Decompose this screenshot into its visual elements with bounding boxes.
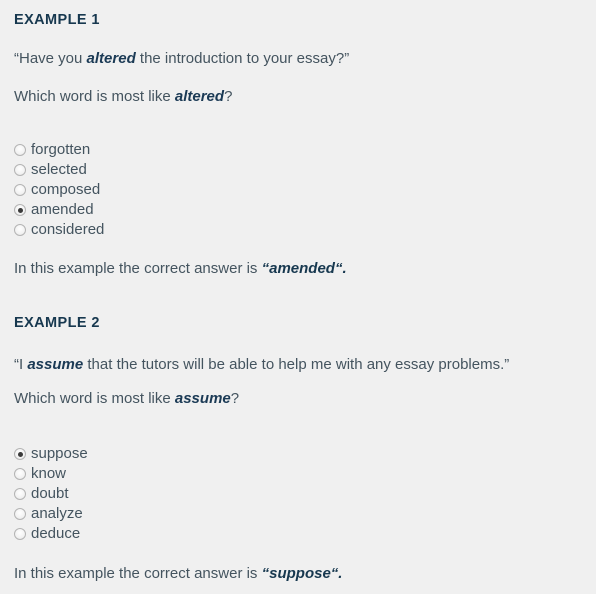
quote-close-mark: ” bbox=[344, 50, 350, 67]
example-2-quote-wrap: “I assume that the tutors will be able t… bbox=[14, 355, 509, 375]
prompt-lead-text: Which word is most like bbox=[14, 88, 175, 105]
list-item[interactable]: suppose bbox=[14, 444, 88, 464]
answer-value: “suppose“ bbox=[261, 565, 339, 582]
example-2-heading: EXAMPLE 2 bbox=[14, 315, 100, 331]
option-label: deduce bbox=[31, 525, 81, 542]
quote-close-mark: ” bbox=[504, 356, 510, 373]
list-item[interactable]: analyze bbox=[14, 504, 88, 524]
quote-emphasis-word: assume bbox=[27, 356, 84, 373]
quote-tail-text: that the tutors will be able to help me … bbox=[83, 356, 505, 373]
example-1-answer-wrap: In this example the correct answer is “a… bbox=[14, 259, 347, 279]
answer-lead-text: In this example the correct answer is bbox=[14, 565, 262, 582]
option-label: forgotten bbox=[31, 141, 91, 158]
radio-button-icon[interactable] bbox=[14, 528, 26, 540]
list-item[interactable]: forgotten bbox=[14, 140, 104, 160]
answer-value: “amended“ bbox=[261, 260, 343, 277]
example-2-heading-wrap: EXAMPLE 2 bbox=[14, 315, 100, 332]
radio-button-icon[interactable] bbox=[14, 468, 26, 480]
example-1-quote-wrap: “Have you altered the introduction to yo… bbox=[14, 49, 349, 69]
example-2-prompt: Which word is most like assume? bbox=[14, 389, 239, 409]
list-item[interactable]: deduce bbox=[14, 524, 88, 544]
radio-button-icon[interactable] bbox=[14, 508, 26, 520]
option-label: know bbox=[31, 465, 67, 482]
answer-tail: . bbox=[338, 565, 343, 582]
answer-tail: . bbox=[342, 260, 347, 277]
prompt-tail-text: ? bbox=[230, 390, 240, 407]
example-1-heading-wrap: EXAMPLE 1 bbox=[14, 12, 100, 29]
list-item[interactable]: composed bbox=[14, 180, 104, 200]
radio-button-icon[interactable] bbox=[14, 224, 26, 236]
example-2-answer-wrap: In this example the correct answer is “s… bbox=[14, 564, 342, 584]
radio-button-icon[interactable] bbox=[14, 204, 26, 216]
prompt-emphasis-word: altered bbox=[174, 88, 225, 105]
example-2-prompt-wrap: Which word is most like assume? bbox=[14, 389, 239, 409]
quote-lead-text: Have you bbox=[19, 50, 87, 67]
example-2-answer: In this example the correct answer is “s… bbox=[14, 564, 342, 584]
list-item[interactable]: considered bbox=[14, 220, 104, 240]
example-1-prompt-wrap: Which word is most like altered? bbox=[14, 87, 232, 107]
answer-lead-text: In this example the correct answer is bbox=[14, 260, 262, 277]
prompt-lead-text: Which word is most like bbox=[14, 390, 175, 407]
prompt-tail-text: ? bbox=[224, 88, 233, 105]
example-2-option-list: suppose know doubt analyze deduce bbox=[14, 444, 88, 544]
example-1-prompt: Which word is most like altered? bbox=[14, 87, 232, 107]
quote-tail-text: the introduction to your essay? bbox=[135, 50, 345, 67]
example-1-quote: “Have you altered the introduction to yo… bbox=[14, 49, 349, 69]
option-label: analyze bbox=[31, 505, 83, 522]
radio-button-icon[interactable] bbox=[14, 448, 26, 460]
radio-button-icon[interactable] bbox=[14, 488, 26, 500]
example-2-quote: “I assume that the tutors will be able t… bbox=[14, 355, 509, 375]
list-item[interactable]: know bbox=[14, 464, 88, 484]
radio-button-icon[interactable] bbox=[14, 164, 26, 176]
option-label: suppose bbox=[31, 445, 88, 462]
list-item[interactable]: selected bbox=[14, 160, 104, 180]
option-label: considered bbox=[31, 221, 105, 238]
example-1-option-list: forgotten selected composed amended cons… bbox=[14, 140, 104, 240]
option-label: amended bbox=[31, 201, 94, 218]
example-1-heading: EXAMPLE 1 bbox=[14, 12, 100, 28]
quote-emphasis-word: altered bbox=[86, 50, 136, 67]
option-label: composed bbox=[31, 181, 101, 198]
radio-button-icon[interactable] bbox=[14, 184, 26, 196]
example-1-answer: In this example the correct answer is “a… bbox=[14, 259, 347, 279]
worksheet-page: EXAMPLE 1 “Have you altered the introduc… bbox=[0, 0, 596, 594]
prompt-emphasis-word: assume bbox=[174, 390, 231, 407]
option-label: selected bbox=[31, 161, 87, 178]
list-item[interactable]: doubt bbox=[14, 484, 88, 504]
option-label: doubt bbox=[31, 485, 69, 502]
list-item[interactable]: amended bbox=[14, 200, 104, 220]
radio-button-icon[interactable] bbox=[14, 144, 26, 156]
